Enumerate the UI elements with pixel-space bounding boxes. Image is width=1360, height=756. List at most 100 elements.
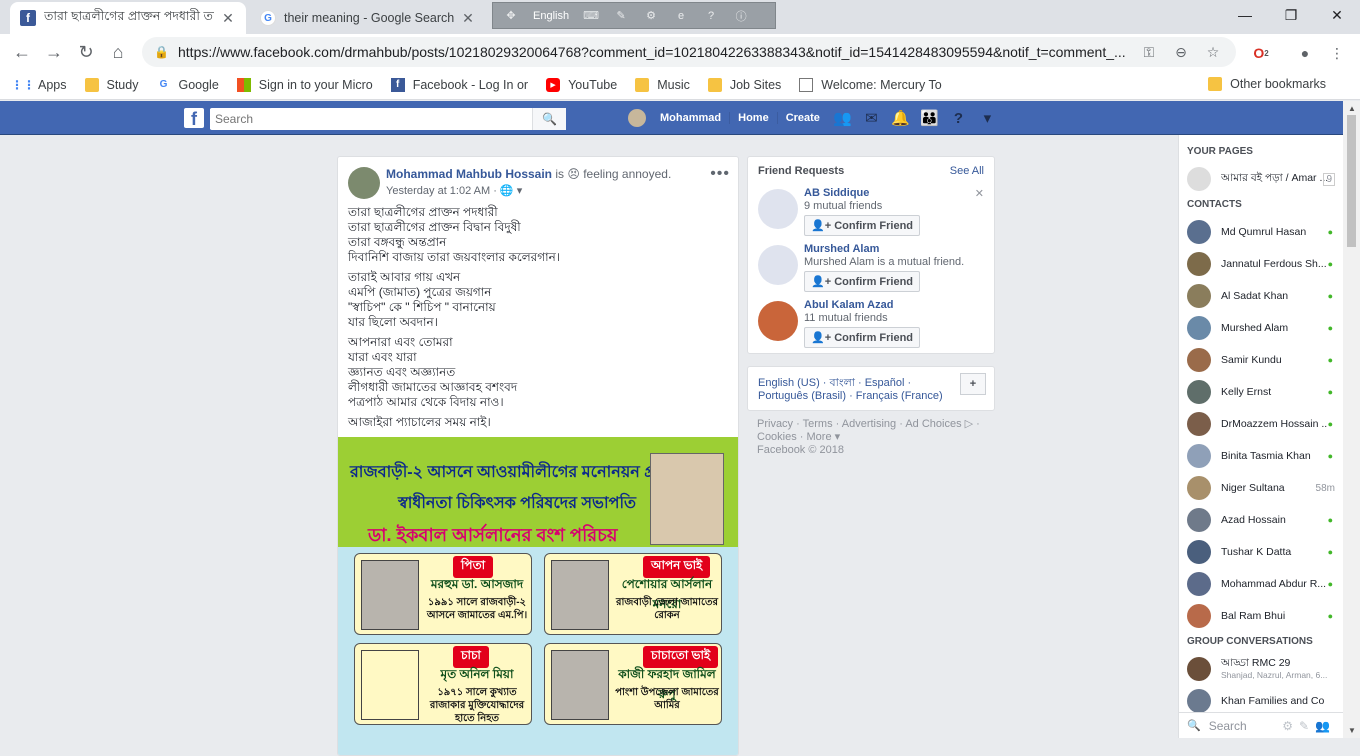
language-line[interactable]: English (US) · বাংলা · Español ·: [758, 377, 984, 390]
gear-icon[interactable]: ⚙: [643, 9, 659, 22]
contact-item[interactable]: Al Sadat Khan ●: [1179, 280, 1343, 312]
close-tab-icon[interactable]: ✕: [460, 10, 476, 27]
contact-item[interactable]: Murshed Alam ●: [1179, 312, 1343, 344]
post-image[interactable]: রাজবাড়ী-২ আসনে আওয়ামীলীগের মনোনয়ন প্র…: [338, 437, 738, 755]
help-icon[interactable]: ?: [944, 110, 973, 127]
footer-line[interactable]: Cookies · More ▾: [757, 431, 993, 444]
zoom-icon[interactable]: ⊖: [1170, 44, 1192, 61]
bookmark-job-sites[interactable]: Job Sites: [707, 77, 781, 92]
home-link[interactable]: Home: [730, 112, 778, 124]
confirm-friend-button[interactable]: 👤+ Confirm Friend: [804, 271, 921, 292]
close-icon[interactable]: ✕: [975, 187, 984, 200]
avatar[interactable]: [628, 109, 646, 127]
mutual-friends[interactable]: Murshed Alam is a mutual friend.: [804, 256, 994, 268]
chat-search-placeholder[interactable]: Search: [1209, 719, 1247, 733]
reload-icon[interactable]: ↻: [74, 40, 98, 64]
url-bar[interactable]: 🔒 https://www.facebook.com/drmahbub/post…: [142, 37, 1236, 67]
minimize-button[interactable]: —: [1222, 0, 1268, 30]
key-icon[interactable]: ⚿: [1138, 44, 1160, 61]
group-icon[interactable]: 👥: [1315, 719, 1336, 733]
restore-button[interactable]: ❐: [1268, 0, 1314, 30]
post-timestamp[interactable]: Yesterday at 1:02 AM · 🌐 ▾: [386, 184, 726, 197]
keyboard-icon[interactable]: ⌨: [583, 9, 599, 22]
chat-search[interactable]: 🔍 Search ⚙✎👥: [1179, 712, 1344, 738]
scroll-up-icon[interactable]: ▲: [1348, 104, 1356, 113]
contact-item[interactable]: Niger Sultana 58m: [1179, 472, 1343, 504]
menu-icon[interactable]: ⋮: [1326, 42, 1348, 64]
page-scrollbar[interactable]: ▲ ▼: [1343, 101, 1360, 738]
facebook-logo-icon[interactable]: f: [184, 108, 204, 129]
footer-line[interactable]: Privacy · Terms · Advertising · Ad Choic…: [757, 418, 993, 431]
online-status-icon: ●: [1327, 579, 1333, 589]
friend-name[interactable]: Murshed Alam: [804, 243, 994, 255]
confirm-friend-button[interactable]: 👤+ Confirm Friend: [804, 215, 921, 236]
tab-google-search[interactable]: G their meaning - Google Search ✕: [250, 2, 486, 34]
friend-name[interactable]: AB Siddique: [804, 187, 994, 199]
friend-requests-icon[interactable]: 👥: [828, 109, 857, 127]
friend-name[interactable]: Abul Kalam Azad: [804, 299, 994, 311]
help-icon[interactable]: ?: [703, 10, 719, 22]
create-link[interactable]: Create: [778, 112, 828, 124]
bookmark-microsoft[interactable]: Sign in to your Micro: [236, 77, 373, 92]
page-item[interactable]: আমার বই পড়া / Amar ... 9: [1179, 163, 1343, 195]
bookmark-music[interactable]: Music: [635, 77, 690, 92]
bookmark-youtube[interactable]: ▶ YouTube: [546, 77, 617, 92]
extension-icon[interactable]: O2: [1250, 42, 1272, 64]
other-bookmarks[interactable]: Other bookmarks: [1208, 77, 1326, 91]
close-window-button[interactable]: ✕: [1314, 0, 1360, 30]
profile-link[interactable]: Mohammad: [652, 112, 731, 124]
language-label[interactable]: English: [533, 10, 569, 22]
contact-item[interactable]: Jannatul Ferdous Sh... ●: [1179, 248, 1343, 280]
post-author[interactable]: Mohammad Mahbub Hossain: [386, 167, 552, 181]
compose-icon[interactable]: ✎: [1299, 719, 1315, 733]
close-tab-icon[interactable]: ✕: [220, 10, 236, 27]
dropdown-icon[interactable]: ▾: [973, 109, 1002, 127]
info-icon[interactable]: ⓘ: [733, 8, 749, 24]
mutual-friends[interactable]: 11 mutual friends: [804, 312, 994, 324]
back-icon[interactable]: ←: [10, 40, 34, 64]
star-icon[interactable]: ☆: [1202, 44, 1224, 61]
search-input[interactable]: [210, 109, 532, 129]
notifications-icon[interactable]: 🔔: [886, 109, 915, 127]
scroll-thumb[interactable]: [1347, 115, 1356, 247]
contact-item[interactable]: Azad Hossain ●: [1179, 504, 1343, 536]
contact-item[interactable]: Kelly Ernst ●: [1179, 376, 1343, 408]
add-language-button[interactable]: +: [960, 373, 986, 395]
contact-item[interactable]: Mohammad Abdur R... ●: [1179, 568, 1343, 600]
bookmark-mercury[interactable]: Welcome: Mercury To: [799, 77, 942, 92]
move-handle-icon[interactable]: ✥: [503, 9, 519, 22]
bookmark-google[interactable]: G Google: [156, 78, 219, 92]
see-all-link[interactable]: See All: [950, 165, 984, 177]
home-icon[interactable]: ⌂: [106, 40, 130, 64]
confirm-friend-button[interactable]: 👤+ Confirm Friend: [804, 327, 921, 348]
mutual-friends[interactable]: 9 mutual friends: [804, 200, 994, 212]
contact-item[interactable]: DrMoazzem Hossain ... ●: [1179, 408, 1343, 440]
avatar[interactable]: [758, 245, 798, 285]
lock-icon[interactable]: 🔒: [154, 45, 169, 59]
url-text[interactable]: https://www.facebook.com/drmahbub/posts/…: [178, 44, 1128, 60]
bookmark-facebook[interactable]: f Facebook - Log In or: [390, 77, 528, 92]
search-icon[interactable]: 🔍: [532, 108, 566, 130]
contact-item[interactable]: Md Qumrul Hasan ●: [1179, 216, 1343, 248]
avatar[interactable]: [348, 167, 380, 199]
find-friends-icon[interactable]: 👪: [915, 109, 944, 127]
forward-icon[interactable]: →: [42, 40, 66, 64]
contact-item[interactable]: Binita Tasmia Khan ●: [1179, 440, 1343, 472]
bookmark-study[interactable]: Study: [84, 77, 138, 92]
ie-icon[interactable]: e: [673, 10, 689, 22]
language-line[interactable]: Português (Brasil) · Français (France): [758, 390, 984, 403]
contact-item[interactable]: Bal Ram Bhui ●: [1179, 600, 1343, 632]
contact-item[interactable]: Tushar K Datta ●: [1179, 536, 1343, 568]
tab-facebook-post[interactable]: f তারা ছাত্রলীগের প্রাক্তন পদধারী তা ✕: [10, 2, 246, 34]
more-options-icon[interactable]: •••: [710, 165, 730, 183]
gear-icon[interactable]: ⚙: [1282, 719, 1299, 733]
pen-icon[interactable]: ✎: [613, 9, 629, 22]
messenger-icon[interactable]: ✉: [857, 109, 886, 127]
scroll-down-icon[interactable]: ▼: [1348, 726, 1356, 735]
avatar[interactable]: [758, 189, 798, 229]
avatar[interactable]: [758, 301, 798, 341]
group-item[interactable]: আড্ডা RMC 29 Shanjad, Nazrul, Arman, 6...: [1179, 653, 1343, 685]
bookmark-apps[interactable]: ⋮⋮ Apps: [11, 78, 67, 92]
contact-item[interactable]: Samir Kundu ●: [1179, 344, 1343, 376]
profile-icon[interactable]: ●: [1294, 42, 1316, 64]
